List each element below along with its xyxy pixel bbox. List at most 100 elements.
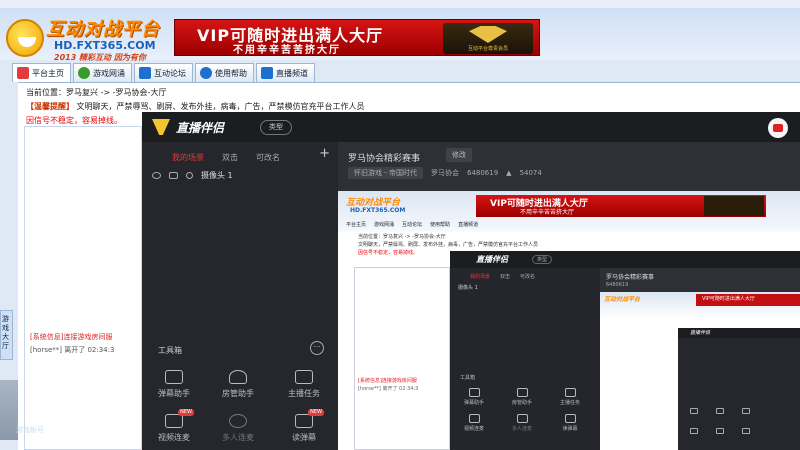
nested-tool-icon — [684, 428, 704, 434]
nav-help-label: 使用帮助 — [215, 68, 247, 78]
nav-home-label: 平台主页 — [32, 68, 64, 78]
preview-vip-badge — [704, 196, 764, 216]
preview-vip-subtitle: 不用辛辛苦苦挤大厅 — [520, 209, 575, 216]
preview-tool-icon — [516, 388, 528, 397]
preview-room-panel: 罗马协会精彩赛事 6480619 互动对战平台 VIP可随时进出满人大厅 直播伴… — [600, 268, 800, 450]
preview-warning: 因信号不稳定，容易掉线。 — [358, 250, 419, 256]
nav-forum[interactable]: 互动论坛 — [134, 63, 193, 82]
preview-nav: 平台主页 游戏网涌 互动论坛 使用帮助 直播频道 — [346, 221, 478, 228]
side-thumbnail-label: 游戏帐号 — [16, 426, 44, 434]
nested-companion-window: 直播伴侣 — [678, 328, 800, 450]
nav-help[interactable]: 使用帮助 — [195, 63, 254, 82]
heat-icon: ▲ — [506, 169, 512, 177]
preview-tool: 多人连麦 — [502, 414, 542, 432]
room-category[interactable]: 怀旧游戏 - 帝国时代 — [348, 167, 423, 179]
category-button[interactable]: 类型 — [260, 120, 292, 135]
stream-preview[interactable]: 互动对战平台 HD.FXT365.COM VIP可随时进出满人大厅 不用辛辛苦苦… — [338, 191, 800, 450]
vip-badge: 互动平台尊贵会员 — [443, 23, 533, 54]
scene-source-row[interactable]: 摄像头 1 — [152, 170, 233, 181]
forum-icon — [139, 67, 151, 79]
tool-video-link[interactable]: NEW 视频连麦 — [146, 409, 202, 450]
app-titlebar: 直播伴侣 类型 — [142, 112, 800, 142]
tool-read-danmaku[interactable]: NEW 读弹幕 — [276, 409, 332, 450]
preview-scene-tabs: 我的场景 双击 可改名 — [470, 273, 535, 280]
lock-icon[interactable] — [169, 172, 178, 179]
preview-tool: 主播任务 — [550, 388, 590, 406]
tab-renamable[interactable]: 可改名 — [256, 152, 280, 163]
preview-app-titlebar: 直播伴侣 类型 — [450, 251, 800, 268]
nav-forum-label: 互动论坛 — [154, 68, 186, 78]
scene-tabs: 我的场景 双击 可改名 — [172, 152, 280, 163]
logo-slogan: 2013 精彩互动 因为有你 — [54, 53, 146, 62]
preview-notice: 文明聊天，严禁辱骂、刷屏、发布外挂，病毒，广告，严禁模仿官充平台工作人员 — [358, 242, 539, 248]
new-badge: NEW — [178, 409, 194, 416]
chat-message: [horse**] 离开了 02:34:3 — [30, 346, 115, 354]
preview-tool-icon — [468, 388, 480, 397]
site-logo[interactable]: 互动对战平台 HD.FXT365.COM 2013 精彩互动 因为有你 — [6, 11, 174, 63]
preview-category-button: 类型 — [532, 255, 553, 264]
tool-multi-link[interactable]: 多人连麦 — [210, 414, 266, 450]
preview-tool-icon — [516, 414, 528, 423]
nested-tool-icon — [736, 428, 756, 434]
nav-home[interactable]: 平台主页 — [12, 63, 71, 82]
vip-banner[interactable]: VIP可随时进出满人大厅 不用辛辛苦苦挤大厅 互动平台尊贵会员 — [174, 19, 540, 56]
preview-chat-message: [horse**] 离开了 02:34:3 — [358, 386, 419, 392]
tool-danmaku-assistant[interactable]: 弹幕助手 — [146, 370, 202, 408]
preview-tool-label: 房管助手 — [511, 400, 532, 406]
room-meta: 怀旧游戏 - 帝国时代 罗马协会 6480619 ▲ 54074 — [348, 167, 542, 179]
vip-crest-icon — [469, 26, 507, 43]
preview-logo-url: HD.FXT365.COM — [350, 207, 406, 214]
vip-banner-subtitle: 不用辛辛苦苦挤大厅 — [233, 45, 341, 56]
preview-tool-label: 多人连麦 — [511, 426, 532, 432]
room-org: 罗马协会 — [430, 169, 459, 177]
read-danmaku-icon: NEW — [295, 409, 324, 428]
tab-double-click[interactable]: 双击 — [222, 152, 238, 163]
notice-tag: 【温馨提醒】 — [26, 102, 74, 111]
add-scene-button[interactable]: + — [319, 146, 330, 161]
app-name: 直播伴侣 — [176, 121, 225, 135]
chat-panel[interactable] — [24, 126, 142, 450]
multi-link-icon — [229, 414, 247, 428]
preview-nav-item: 平台主页 — [346, 222, 367, 228]
user-avatar[interactable] — [768, 118, 788, 138]
room-title: 罗马协会精彩赛事 — [348, 154, 421, 164]
connection-warning: 因信号不稳定，容易掉线。 — [26, 116, 122, 125]
tab-my-scenes[interactable]: 我的场景 — [172, 152, 204, 163]
tool-label: 读弹幕 — [292, 433, 316, 442]
preview-tab: 双击 — [500, 274, 511, 280]
new-badge: NEW — [308, 409, 324, 416]
tool-streamer-tasks[interactable]: 主播任务 — [276, 370, 332, 408]
nested-logo-title: 互动对战平台 — [604, 296, 641, 303]
task-icon — [295, 370, 313, 384]
preview-tool-label: 视频连麦 — [463, 426, 484, 432]
room-heat: 54074 — [519, 169, 542, 177]
notice-line: 【温馨提醒】 文明聊天，严禁辱骂、刷屏、发布外挂，病毒，广告，严禁模仿官充平台工… — [26, 101, 365, 112]
tool-room-admin[interactable]: 房管助手 — [210, 370, 266, 408]
preview-nested-capture: 互动对战平台 VIP可随时进出满人大厅 直播伴侣 — [600, 292, 800, 450]
nested-tool-icon — [684, 408, 704, 414]
eye-icon[interactable] — [152, 172, 161, 179]
nav-game-net-label: 游戏网涌 — [93, 68, 125, 78]
preview-tab: 可改名 — [520, 274, 536, 280]
room-panel: 罗马协会精彩赛事 修改 怀旧游戏 - 帝国时代 罗马协会 6480619 ▲ 5… — [338, 142, 800, 450]
game-lobby-side-tab[interactable]: 游戏大厅 — [0, 310, 13, 360]
notice-text: 文明聊天，严禁辱骂、刷屏、发布外挂，病毒，广告，严禁模仿官充平台工作人员 — [76, 102, 365, 111]
nav-game-net[interactable]: 游戏网涌 — [73, 63, 132, 82]
preview-nav-item: 使用帮助 — [430, 222, 451, 228]
nested-tool-icon — [710, 408, 730, 414]
system-message: [系统信息]连接游戏房间服 — [30, 333, 113, 341]
preview-vip-banner: VIP可随时进出满人大厅 不用辛辛苦苦挤大厅 — [476, 195, 766, 217]
preview-nav-item: 互动论坛 — [402, 222, 423, 228]
preview-tool-label: 读弹幕 — [562, 426, 578, 432]
nav-live[interactable]: 直播频道 — [256, 63, 315, 82]
preview-tool: 读弹幕 — [550, 414, 590, 432]
preview-room-title: 罗马协会精彩赛事 — [606, 274, 655, 281]
admin-user-icon — [229, 370, 247, 384]
toolbox-more-button[interactable]: ··· — [310, 341, 324, 355]
preview-chat-panel — [354, 267, 450, 450]
tool-label: 弹幕助手 — [158, 389, 190, 398]
nested-app-titlebar: 直播伴侣 — [678, 328, 800, 338]
nested-vip-title: VIP可随时进出满人大厅 — [702, 296, 755, 302]
window-top-strip — [0, 0, 800, 8]
edit-room-button[interactable]: 修改 — [446, 148, 472, 162]
